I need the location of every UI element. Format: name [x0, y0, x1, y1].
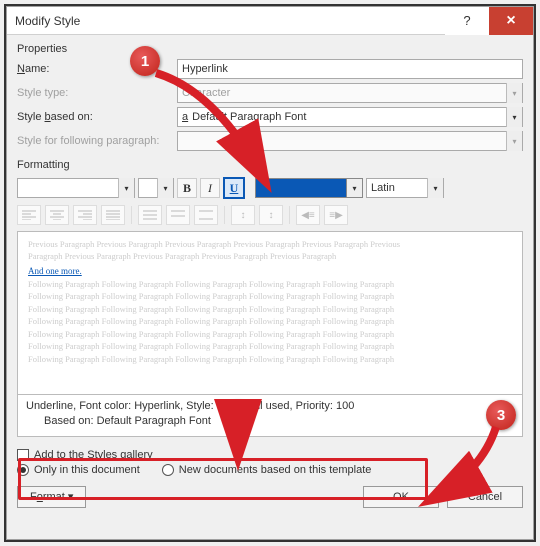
script-combo[interactable]: Latin▾	[366, 178, 444, 198]
chevron-down-icon[interactable]: ▾	[427, 178, 443, 198]
indent-decrease-button: ◀≡	[296, 205, 320, 225]
chevron-down-icon[interactable]: ▾	[118, 178, 134, 198]
font-color-combo[interactable]: ▾	[255, 178, 363, 198]
new-documents-label: New documents based on this template	[179, 464, 372, 476]
help-button[interactable]: ?	[445, 7, 489, 35]
chevron-down-icon[interactable]: ▾	[346, 179, 362, 197]
italic-button[interactable]: I	[200, 178, 220, 198]
chevron-down-icon: ▾	[506, 131, 522, 151]
paragraph-toolbar: ↕ ↕ ◀≡ ≡▶	[17, 205, 523, 225]
font-family-combo[interactable]: ▾	[17, 178, 135, 198]
underline-button[interactable]: U	[223, 177, 245, 199]
space-before-dec-button: ↕	[259, 205, 283, 225]
line-spacing-15-button	[166, 205, 190, 225]
style-based-on-field[interactable]: aDefault Paragraph Font▾	[177, 107, 523, 127]
chevron-down-icon[interactable]: ▾	[506, 107, 522, 127]
style-based-on-label: Style based on:	[17, 111, 177, 123]
align-left-button	[17, 205, 41, 225]
align-center-button	[45, 205, 69, 225]
properties-label: Properties	[17, 43, 523, 55]
align-right-button	[73, 205, 97, 225]
formatting-label: Formatting	[17, 159, 523, 171]
chevron-down-icon[interactable]: ▾	[157, 178, 173, 198]
name-label: Name:	[17, 63, 177, 75]
cancel-button[interactable]: Cancel	[447, 486, 523, 508]
format-button[interactable]: Format ▾	[17, 486, 86, 508]
chevron-down-icon: ▾	[506, 83, 522, 103]
line-spacing-1-button	[138, 205, 162, 225]
modify-style-dialog: Modify Style ? × Properties Name: Hyperl…	[6, 6, 534, 540]
preview-panel: Previous Paragraph Previous Paragraph Pr…	[17, 231, 523, 395]
add-to-gallery-label: Add to the Styles gallery	[34, 449, 153, 461]
ok-button[interactable]: OK	[363, 486, 439, 508]
new-documents-radio[interactable]	[162, 464, 174, 476]
style-following-label: Style for following paragraph:	[17, 135, 177, 147]
only-this-document-label: Only in this document	[34, 464, 140, 476]
only-this-document-radio[interactable]	[17, 464, 29, 476]
style-type-label: Style type:	[17, 87, 177, 99]
titlebar: Modify Style ? ×	[7, 7, 533, 35]
style-type-field: Character▾	[177, 83, 523, 103]
bold-button[interactable]: B	[177, 178, 197, 198]
style-following-field: ▾	[177, 131, 523, 151]
font-size-combo[interactable]: ▾	[138, 178, 174, 198]
line-spacing-2-button	[194, 205, 218, 225]
style-description: Underline, Font color: Hyperlink, Style:…	[17, 394, 523, 437]
indent-increase-button: ≡▶	[324, 205, 348, 225]
close-button[interactable]: ×	[489, 7, 533, 35]
dialog-title: Modify Style	[7, 14, 445, 28]
align-justify-button	[101, 205, 125, 225]
color-swatch	[256, 179, 346, 197]
space-before-inc-button: ↕	[231, 205, 255, 225]
add-to-gallery-checkbox[interactable]	[17, 449, 29, 461]
name-field[interactable]: Hyperlink	[177, 59, 523, 79]
sample-text: And one more.	[28, 266, 512, 276]
